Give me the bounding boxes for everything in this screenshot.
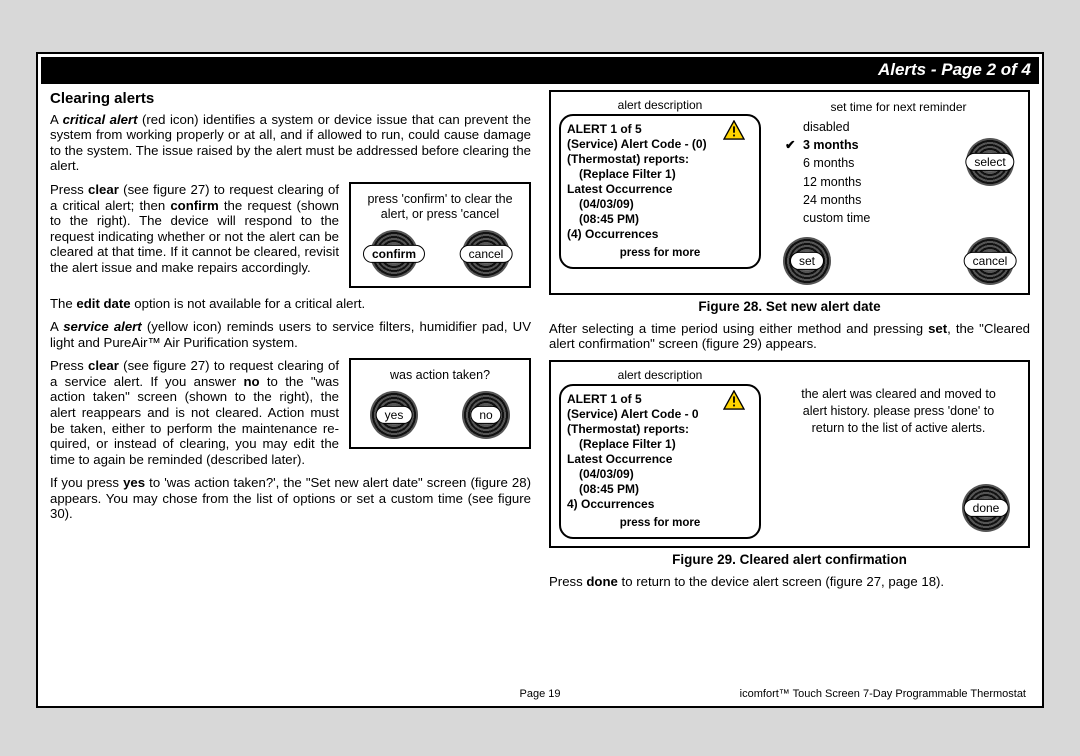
alert-box: ALERT 1 of 5 (Service) Alert Code - 0 (T… bbox=[559, 384, 761, 538]
alert-description-label: alert description bbox=[559, 368, 761, 382]
section-heading: Clearing alerts bbox=[50, 90, 531, 108]
done-button[interactable]: done bbox=[958, 484, 1014, 532]
dialog-prompt: press 'confirm' to clear the alert, or p… bbox=[357, 192, 523, 222]
alert-box: ALERT 1 of 5 (Service) Alert Code - (0) … bbox=[559, 114, 761, 268]
dialog-prompt: was action taken? bbox=[357, 368, 523, 383]
paragraph: A critical alert (red icon) identifies a… bbox=[50, 112, 531, 174]
alert-description-label: alert description bbox=[559, 98, 761, 112]
paragraph: If you press yes to 'was action taken?',… bbox=[50, 475, 531, 522]
cleared-message: the alert was cleared and moved to alert… bbox=[799, 386, 999, 437]
page-number: Page 19 bbox=[520, 688, 561, 700]
product-name: icomfort™ Touch Screen 7-Day Programmabl… bbox=[740, 688, 1026, 700]
paragraph: The edit date option is not available fo… bbox=[50, 296, 531, 312]
warning-icon bbox=[723, 390, 745, 410]
figure-29-caption: Figure 29. Cleared alert confirmation bbox=[549, 552, 1030, 568]
figure-28-caption: Figure 28. Set new alert date bbox=[549, 299, 1030, 315]
paragraph: Press clear (see figure 27) to request c… bbox=[50, 182, 339, 275]
cancel-button[interactable]: cancel bbox=[458, 230, 514, 278]
warning-icon bbox=[723, 120, 745, 140]
yes-button[interactable]: yes bbox=[366, 391, 422, 439]
paragraph: A service alert (yellow icon) reminds us… bbox=[50, 319, 531, 350]
paragraph: Press clear (see figure 27) to request c… bbox=[50, 358, 339, 467]
manual-page: Alerts - Page 2 of 4 Clearing alerts A c… bbox=[36, 52, 1044, 708]
paragraph: Press done to return to the device alert… bbox=[549, 574, 1030, 590]
left-column: Clearing alerts A critical alert (red ic… bbox=[50, 90, 531, 597]
cancel-button[interactable]: cancel bbox=[962, 237, 1018, 285]
select-button[interactable]: select bbox=[962, 138, 1018, 186]
option-disabled[interactable]: disabled bbox=[785, 118, 1018, 136]
option-24-months[interactable]: 24 months bbox=[785, 191, 1018, 209]
paragraph: After selecting a time period using eith… bbox=[549, 321, 1030, 352]
action-taken-dialog: was action taken? yes no bbox=[349, 358, 531, 449]
right-column: alert description ALERT 1 of 5 (Service)… bbox=[549, 90, 1030, 597]
reminder-label: set time for next reminder bbox=[779, 100, 1018, 114]
page-header: Alerts - Page 2 of 4 bbox=[41, 57, 1039, 84]
option-custom-time[interactable]: custom time bbox=[785, 209, 1018, 227]
no-button[interactable]: no bbox=[458, 391, 514, 439]
confirm-button[interactable]: confirm bbox=[366, 230, 422, 278]
set-button[interactable]: set bbox=[779, 237, 835, 285]
confirm-dialog: press 'confirm' to clear the alert, or p… bbox=[349, 182, 531, 288]
page-footer: Page 19 icomfort™ Touch Screen 7-Day Pro… bbox=[38, 688, 1042, 700]
figure-28: alert description ALERT 1 of 5 (Service)… bbox=[549, 90, 1030, 295]
figure-29: alert description ALERT 1 of 5 (Service)… bbox=[549, 360, 1030, 548]
